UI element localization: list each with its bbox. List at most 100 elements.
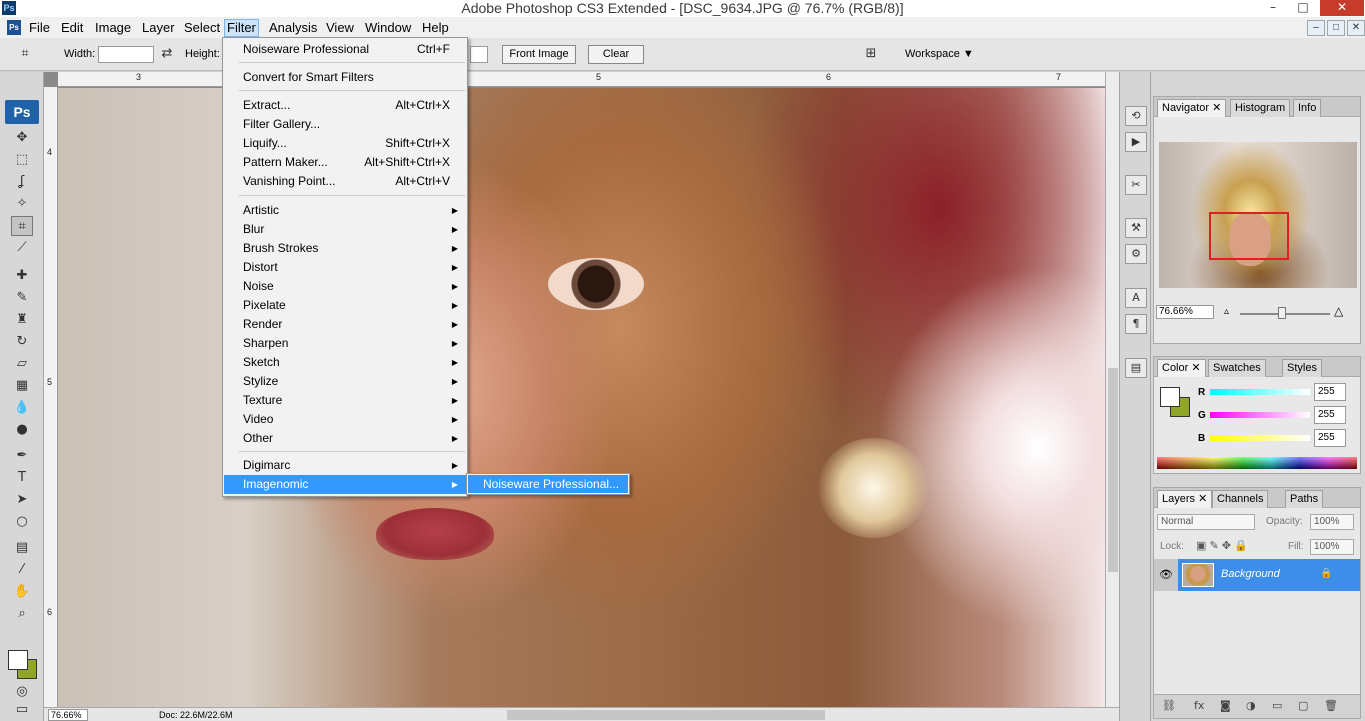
navigator-view-box[interactable] — [1209, 212, 1289, 260]
tab-navigator[interactable]: Navigator ✕ — [1157, 99, 1227, 117]
eyedropper-icon[interactable]: ⁄ — [11, 560, 33, 580]
foreground-color-swatch[interactable] — [8, 650, 28, 670]
quick-mask-icon[interactable]: ◎ — [11, 682, 33, 702]
filter-digimarc[interactable]: Digimarc ▶ — [224, 456, 466, 475]
screen-mode-icon[interactable]: ▭ — [11, 703, 33, 718]
history-brush-icon[interactable]: ↻ — [11, 332, 33, 352]
navigator-preview[interactable] — [1159, 142, 1357, 288]
eraser-icon[interactable]: ▱ — [11, 354, 33, 374]
filter-artistic[interactable]: Artistic ▶ — [224, 201, 466, 220]
resolution-units-select[interactable] — [470, 46, 488, 63]
filter-texture[interactable]: Texture ▶ — [224, 391, 466, 410]
menu-layer[interactable]: Layer — [140, 19, 177, 37]
magic-wand-icon[interactable]: ✧ — [11, 194, 33, 214]
new-group-icon[interactable]: ▭ — [1272, 699, 1282, 712]
gradient-icon[interactable]: ▦ — [11, 376, 33, 396]
tab-histogram[interactable]: Histogram — [1230, 99, 1291, 117]
layer-comps-icon[interactable]: ▤ — [1125, 358, 1147, 378]
menu-window[interactable]: Window — [363, 19, 413, 37]
filter-pattern-maker[interactable]: Pattern Maker... Alt+Shift+Ctrl+X — [224, 153, 466, 172]
path-select-icon[interactable]: ➤ — [11, 490, 33, 510]
stamp-icon[interactable]: ♜ — [11, 310, 33, 330]
pen-icon[interactable]: ✒ — [11, 446, 33, 466]
color-spectrum[interactable] — [1157, 457, 1357, 469]
vertical-scroll-thumb[interactable] — [1108, 368, 1118, 572]
filter-sketch[interactable]: Sketch ▶ — [224, 353, 466, 372]
history-panel-icon[interactable]: ⟲ — [1125, 106, 1147, 126]
visibility-eye-icon[interactable]: 👁 — [1159, 568, 1173, 581]
blue-slider[interactable] — [1210, 435, 1310, 441]
tab-paths[interactable]: Paths — [1285, 490, 1324, 508]
red-value[interactable]: 255 — [1314, 383, 1346, 401]
tab-color[interactable]: Color ✕ — [1157, 359, 1206, 377]
lock-icons[interactable]: ▣ ✎ ✥ 🔒 — [1196, 539, 1248, 552]
zoom-out-icon[interactable]: ▵ — [1224, 306, 1229, 317]
menu-edit[interactable]: Edit — [59, 19, 85, 37]
menu-view[interactable]: View — [324, 19, 356, 37]
red-slider[interactable] — [1210, 389, 1310, 395]
workspace-menu[interactable]: Workspace ▼ — [905, 48, 974, 60]
crop-icon[interactable]: ⌗ — [14, 44, 36, 64]
tab-channels[interactable]: Channels — [1212, 490, 1269, 508]
move-icon[interactable]: ✥ — [11, 128, 33, 148]
close-button[interactable]: ✕ — [1320, 0, 1364, 16]
filter-gallery[interactable]: Filter Gallery... — [224, 115, 466, 134]
slice-icon[interactable]: ⟋ — [11, 238, 33, 258]
filter-extract[interactable]: Extract... Alt+Ctrl+X — [224, 96, 466, 115]
filter-render[interactable]: Render ▶ — [224, 315, 466, 334]
dodge-icon[interactable]: ● — [11, 420, 33, 440]
green-slider[interactable] — [1210, 412, 1310, 418]
menu-file[interactable]: File — [27, 19, 52, 37]
marquee-icon[interactable]: ⬚ — [11, 150, 33, 170]
layer-style-icon[interactable]: fx — [1194, 699, 1204, 712]
filter-imagenomic[interactable]: Imagenomic ▶ — [224, 475, 466, 494]
filter-vanishing-point[interactable]: Vanishing Point... Alt+Ctrl+V — [224, 172, 466, 191]
link-layers-icon[interactable]: ⛓ — [1162, 699, 1176, 712]
delete-layer-icon[interactable]: 🗑 — [1324, 699, 1338, 712]
type-icon[interactable]: T — [11, 468, 33, 488]
healing-icon[interactable]: ✚ — [11, 266, 33, 286]
navigator-zoom-field[interactable]: 76.66% — [1156, 305, 1214, 319]
tool-presets-icon[interactable]: ✂ — [1125, 175, 1147, 195]
zoom-in-icon[interactable]: △ — [1334, 304, 1343, 318]
front-image-button[interactable]: Front Image — [502, 45, 576, 64]
opacity-field[interactable]: 100% — [1310, 514, 1354, 530]
doc-restore-button[interactable]: □ — [1327, 20, 1345, 36]
layer-name[interactable]: Background — [1221, 568, 1280, 580]
doc-minimize-button[interactable]: – — [1307, 20, 1325, 36]
document-image[interactable] — [58, 88, 1105, 707]
filter-noiseware-last[interactable]: Noiseware Professional Ctrl+F — [224, 40, 466, 59]
adjustment-layer-icon[interactable]: ◑ — [1246, 699, 1256, 712]
menu-filter[interactable]: Filter — [224, 19, 259, 37]
navigator-zoom-knob[interactable] — [1278, 307, 1286, 319]
hand-icon[interactable]: ✋ — [11, 582, 33, 602]
menu-analysis[interactable]: Analysis — [267, 19, 319, 37]
shape-icon[interactable]: ○ — [11, 512, 33, 532]
tab-layers[interactable]: Layers ✕ — [1157, 490, 1213, 508]
noiseware-professional-item[interactable]: Noiseware Professional... — [468, 475, 628, 493]
brush-icon[interactable]: ✎ — [11, 288, 33, 308]
tab-swatches[interactable]: Swatches — [1208, 359, 1266, 377]
blue-value[interactable]: 255 — [1314, 429, 1346, 447]
paragraph-panel-icon[interactable]: ¶ — [1125, 314, 1147, 334]
menu-help[interactable]: Help — [420, 19, 451, 37]
fill-field[interactable]: 100% — [1310, 539, 1354, 555]
clone-source-icon[interactable]: ⚙ — [1125, 244, 1147, 264]
ps-badge-icon[interactable]: Ps — [5, 100, 39, 124]
blend-mode-select[interactable]: Normal — [1157, 514, 1255, 530]
filter-distort[interactable]: Distort ▶ — [224, 258, 466, 277]
width-input[interactable] — [98, 46, 154, 63]
filter-blur[interactable]: Blur ▶ — [224, 220, 466, 239]
filter-liquify[interactable]: Liquify... Shift+Ctrl+X — [224, 134, 466, 153]
lasso-icon[interactable]: ʆ — [11, 172, 33, 192]
brushes-panel-icon[interactable]: ⚒ — [1125, 218, 1147, 238]
filter-sharpen[interactable]: Sharpen ▶ — [224, 334, 466, 353]
zoom-icon[interactable]: ⌕ — [11, 604, 33, 624]
filter-video[interactable]: Video ▶ — [224, 410, 466, 429]
menu-image[interactable]: Image — [93, 19, 133, 37]
filter-brush-strokes[interactable]: Brush Strokes ▶ — [224, 239, 466, 258]
swap-icon[interactable]: ⇄ — [158, 44, 176, 64]
layer-mask-icon[interactable]: ◙ — [1220, 699, 1231, 712]
document-icon[interactable]: Ps — [7, 20, 21, 35]
bridge-icon[interactable]: ⊞ — [860, 44, 882, 64]
